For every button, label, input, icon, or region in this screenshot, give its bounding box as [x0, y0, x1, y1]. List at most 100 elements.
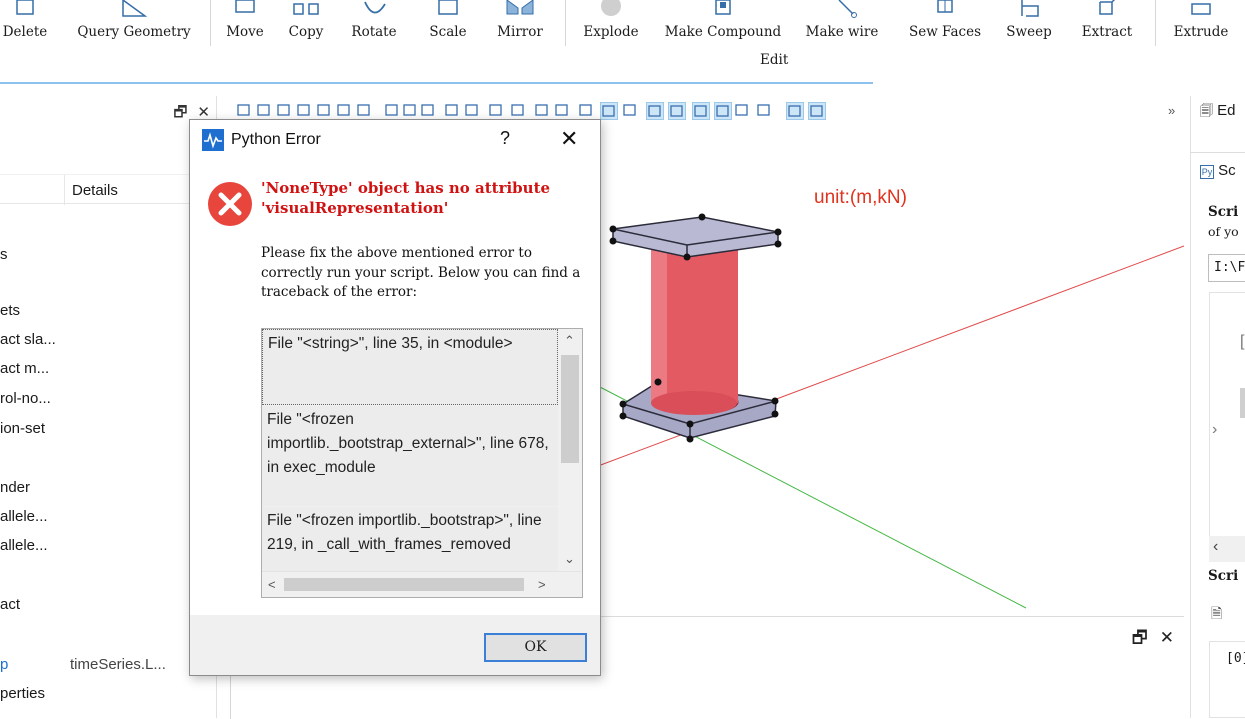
top-plate[interactable]	[612, 216, 779, 258]
traceback-items: File "<string>", line 35, in <module> Fi…	[262, 329, 558, 571]
tree-item[interactable]: nder	[0, 479, 217, 503]
tab-editor-label: Ed	[1217, 102, 1236, 119]
details-column-label[interactable]: Details	[72, 182, 118, 199]
tree-item[interactable]: allele...	[0, 508, 217, 532]
mirror-button[interactable]: Mirror	[490, 0, 550, 48]
tree-item[interactable]: act sla...	[0, 331, 217, 355]
move-icon	[235, 0, 255, 13]
tab-script[interactable]: Py Sc	[1200, 162, 1236, 179]
tree-item[interactable]: perties	[0, 685, 217, 709]
scale-icon	[438, 0, 458, 15]
circular-pier[interactable]	[651, 248, 738, 415]
vertical-scrollbar[interactable]: ⌃ ⌄	[558, 329, 582, 571]
console-header-buttons: 🗗 ✕	[1120, 625, 1174, 654]
copy-icon	[293, 3, 319, 15]
scale-button[interactable]: Scale	[421, 0, 475, 48]
tree-item[interactable]: act m...	[0, 360, 217, 384]
ribbon-toolbar: Delete Query Geometry Move Copy Rotate S…	[0, 0, 1245, 85]
scroll-left-icon[interactable]: ‹	[1213, 538, 1218, 556]
overflow-chevron-icon[interactable]: »	[1168, 103, 1175, 118]
make-wire-button[interactable]: Make wire	[800, 0, 884, 48]
script-output-value: [0]	[1226, 651, 1245, 666]
extrude-icon	[1191, 3, 1211, 15]
sew-faces-icon	[937, 0, 953, 13]
extrude-button[interactable]: Extrude	[1166, 0, 1236, 48]
mirror-icon	[506, 0, 534, 15]
copy-button[interactable]: Copy	[283, 0, 329, 48]
traceback-item[interactable]: File "<frozen importlib._bootstrap>", li…	[262, 507, 558, 571]
script-preview-area[interactable]: [ ›	[1209, 292, 1245, 562]
ok-button[interactable]: OK	[484, 633, 587, 662]
horizontal-scroll-thumb[interactable]	[284, 578, 524, 591]
close-icon[interactable]: ✕	[1160, 628, 1174, 647]
tree-item[interactable]: allele...	[0, 537, 217, 561]
script-output-area[interactable]: [0]	[1209, 641, 1245, 718]
make-compound-button[interactable]: Make Compound	[663, 0, 783, 48]
ribbon-group-label: Edit	[760, 52, 789, 68]
ribbon-separator	[1155, 0, 1156, 46]
sew-faces-button[interactable]: Sew Faces	[902, 0, 988, 48]
tree-item[interactable]: act	[0, 596, 217, 620]
dialog-titlebar[interactable]: Python Error ? ✕	[190, 120, 600, 160]
preview-scroll-thumb[interactable]	[1240, 388, 1245, 418]
column-divider[interactable]	[64, 175, 65, 205]
query-geometry-button[interactable]: Query Geometry	[72, 0, 196, 48]
script-panel: 🗐 Ed Py Sc Scri of yo I:\F [ › ‹ Scri 🗎 …	[1190, 96, 1245, 718]
tree-item-label: act sla...	[0, 331, 56, 348]
tab-editor[interactable]: 🗐 Ed	[1200, 102, 1236, 124]
traceback-list[interactable]: File "<string>", line 35, in <module> Fi…	[261, 328, 583, 598]
bracket-glyph: [	[1240, 333, 1245, 350]
traceback-item[interactable]: File "<frozen importlib._bootstrap_exter…	[262, 406, 558, 506]
script-path-field[interactable]: I:\F	[1208, 254, 1245, 282]
restore-icon[interactable]: 🗗	[1132, 628, 1148, 647]
error-icon	[208, 182, 252, 226]
traceback-item[interactable]: File "<string>", line 35, in <module>	[262, 329, 558, 405]
tree-item-label: ets	[0, 302, 21, 319]
preview-hscroll[interactable]: ‹	[1209, 536, 1245, 562]
tree-item-label: allele...	[0, 537, 48, 554]
horizontal-scrollbar[interactable]: < >	[262, 571, 582, 597]
tree-item[interactable]: ion-set	[0, 420, 217, 444]
tree-item-label: act	[0, 596, 21, 613]
dialog-body: 'NoneType' object has no attribute 'visu…	[190, 160, 600, 615]
rotate-icon	[364, 1, 386, 14]
tree-item[interactable]: p timeSeries.L...	[0, 656, 217, 680]
scroll-up-icon[interactable]: ⌃	[564, 333, 575, 349]
scroll-left-icon[interactable]: <	[268, 577, 276, 592]
move-button[interactable]: Move	[222, 0, 268, 48]
error-message: 'NoneType' object has no attribute 'visu…	[261, 179, 551, 217]
tree-item-label: allele...	[0, 508, 48, 525]
tree-item-label: nder	[0, 479, 31, 496]
document-icon[interactable]: 🗎	[1211, 603, 1222, 627]
restore-icon[interactable]: 🗗	[173, 104, 187, 121]
set-square-icon	[122, 0, 148, 17]
script-path-value: I:\F	[1214, 260, 1245, 275]
wire-icon	[838, 0, 857, 18]
tree-item-detail: timeSeries.L...	[70, 656, 166, 673]
delete-button[interactable]: Delete	[0, 0, 50, 48]
python-error-dialog: Python Error ? ✕ 'NoneType' object has n…	[189, 119, 601, 676]
tree-item-label: s	[0, 246, 8, 263]
help-button[interactable]: ?	[500, 128, 510, 149]
explode-button[interactable]: Explode	[578, 0, 644, 48]
rotate-button[interactable]: Rotate	[345, 0, 403, 48]
vertical-scroll-thumb[interactable]	[561, 355, 579, 463]
tree-item-label: p	[0, 656, 9, 673]
python-file-icon: Py	[1200, 165, 1214, 179]
tree-item-label: act m...	[0, 360, 50, 377]
dialog-close-button[interactable]: ✕	[560, 126, 578, 152]
compound-icon	[715, 0, 731, 15]
chevron-right-icon[interactable]: ›	[1212, 421, 1217, 439]
tree-item[interactable]: rol-no...	[0, 390, 217, 414]
app-logo-icon	[202, 129, 224, 151]
sweep-button[interactable]: Sweep	[1004, 0, 1054, 48]
explode-icon	[601, 0, 621, 16]
tree-item[interactable]: s	[0, 246, 217, 270]
scroll-right-icon[interactable]: >	[538, 577, 546, 592]
delete-icon	[16, 0, 34, 15]
extract-button[interactable]: Extract	[1072, 0, 1142, 48]
dialog-title: Python Error	[231, 131, 321, 148]
ribbon-separator	[565, 0, 566, 46]
scroll-down-icon[interactable]: ⌄	[564, 551, 575, 567]
tree-item[interactable]: ets	[0, 302, 217, 326]
